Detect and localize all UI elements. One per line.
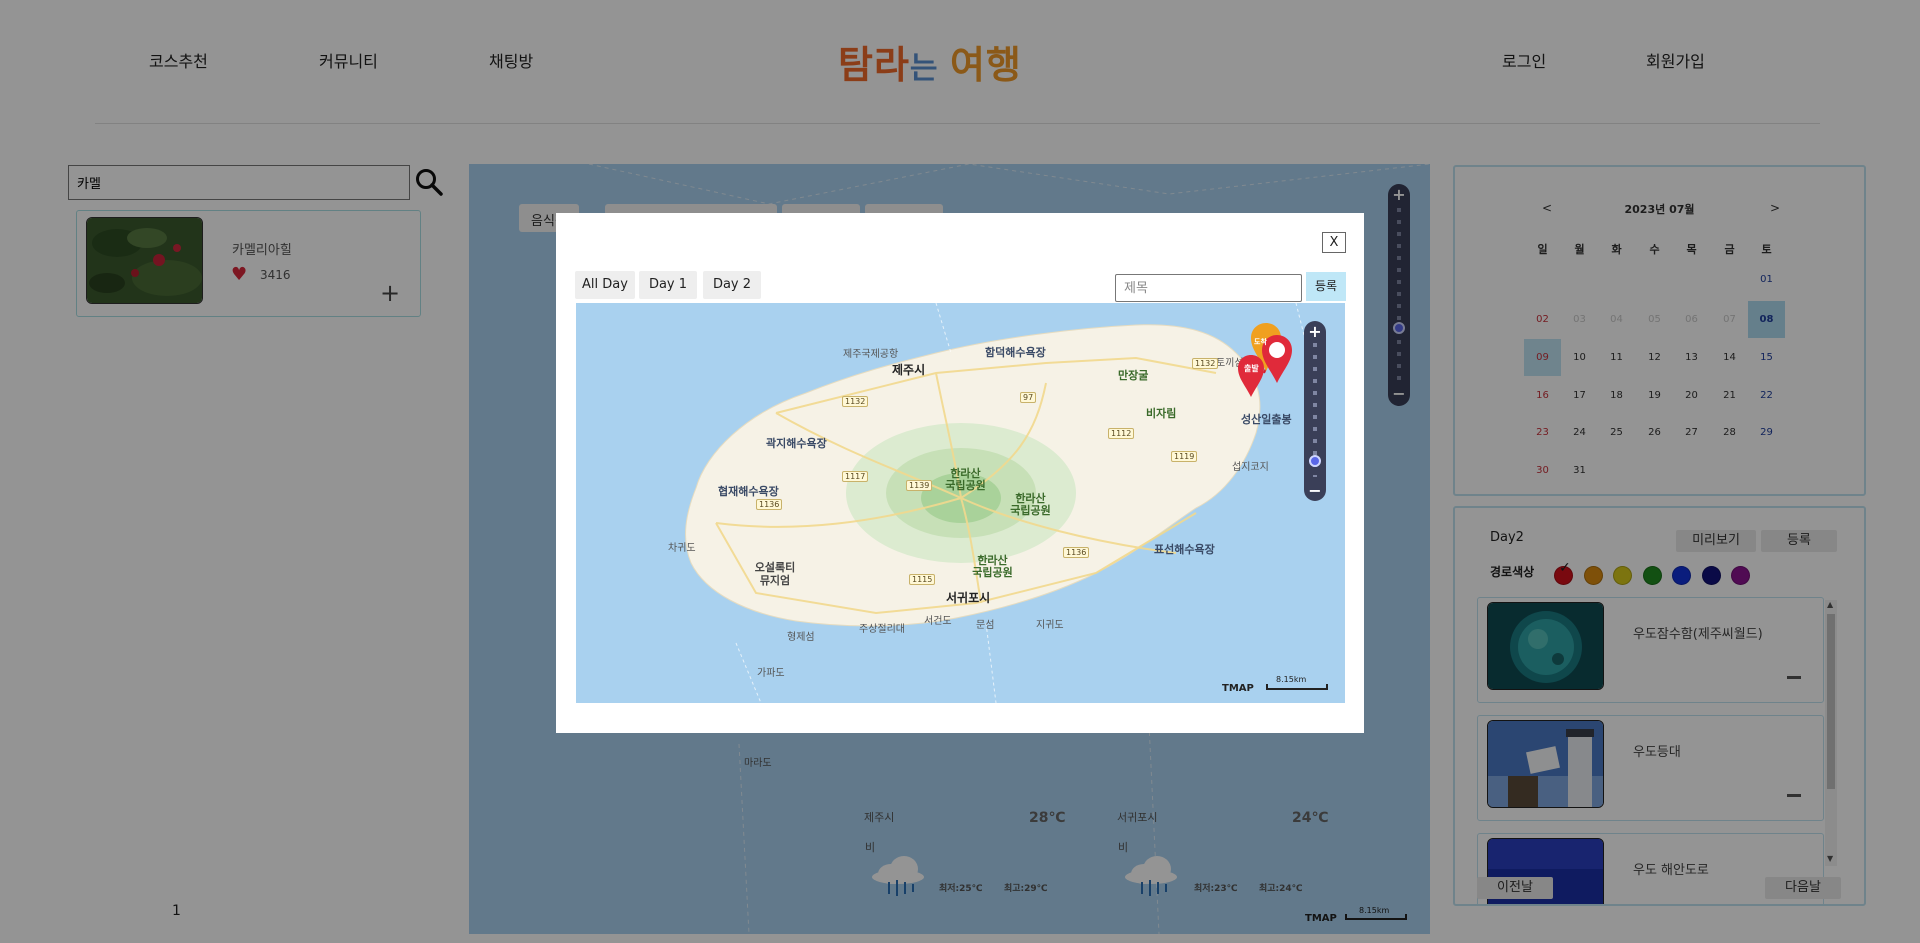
road-number: 1132	[842, 396, 869, 407]
map-label-chagwido: 차귀도	[668, 543, 696, 554]
destination-marker: 도착	[1252, 329, 1276, 347]
map-scale-label: 8.15km	[1276, 675, 1307, 684]
route-map[interactable]: 제주국제공항 제주시 함덕해수욕장 만장굴 비자림 토끼섬 성산일출봉 섭지코지…	[576, 303, 1345, 703]
route-preview-modal: X All Day Day 1 Day 2 등록	[556, 213, 1364, 733]
map-label-jeju-city: 제주시	[892, 363, 926, 377]
map-label-hamdeok: 함덕해수욕장	[985, 346, 1046, 359]
map-label-hyeongjeseom: 형제섬	[787, 632, 815, 643]
road-number: 1136	[756, 499, 783, 510]
road-number: 1136	[1063, 547, 1090, 558]
map-label-hallasan: 한라산 국립공원	[945, 467, 986, 492]
road-number: 1139	[906, 480, 933, 491]
zoom-handle[interactable]	[1309, 455, 1321, 467]
road-number: 1119	[1171, 451, 1198, 462]
modal-register-button[interactable]: 등록	[1306, 272, 1346, 301]
map-label-osulloc: 오설록티 뮤지엄	[754, 561, 796, 587]
road-number: 1112	[1108, 428, 1135, 439]
marker-label-destination: 도착	[1254, 338, 1267, 346]
map-label-manjanggul: 만장굴	[1118, 369, 1149, 382]
road-number: 1115	[909, 574, 936, 585]
route-title-input[interactable]	[1115, 274, 1302, 302]
modal-tab-day-2[interactable]: Day 2	[703, 271, 761, 299]
map-label-hallasan: 한라산 국립공원	[972, 554, 1013, 579]
map-label-gwakji: 곽지해수욕장	[766, 437, 827, 450]
map-scale-bar	[1266, 684, 1328, 690]
map-label-seogwipo: 서귀포시	[946, 591, 991, 605]
map-label-jusangjeolli: 주상절리대	[859, 624, 905, 635]
map-brand: TMAP	[1222, 683, 1254, 694]
modal-tab-all-day[interactable]: All Day	[575, 271, 635, 299]
map-label-seopjikoji: 섭지코지	[1232, 462, 1269, 473]
map-label-pyoseon: 표선해수욕장	[1154, 543, 1215, 556]
modal-close-button[interactable]: X	[1322, 232, 1346, 253]
map-label-hallasan: 한라산 국립공원	[1010, 492, 1051, 517]
road-number: 1132	[1192, 358, 1219, 369]
map-label-airport: 제주국제공항	[843, 349, 899, 360]
map-label-seongsan: 성산일출봉	[1241, 413, 1292, 426]
road-number: 97	[1020, 392, 1037, 403]
map-label-bijarim: 비자림	[1146, 407, 1177, 420]
start-marker-icon[interactable]	[1236, 353, 1266, 399]
zoom-out-icon[interactable]: −	[1304, 483, 1326, 499]
map-label-seogeondo: 서건도	[924, 616, 952, 627]
route-map-zoom-control[interactable]: + −	[1304, 321, 1326, 501]
road-number: 1117	[842, 471, 869, 482]
map-label-hyeopjae: 협재해수욕장	[718, 485, 779, 498]
marker-label-start: 출발	[1244, 364, 1259, 373]
map-label-jigwido: 지귀도	[1036, 620, 1064, 631]
modal-tab-day-1[interactable]: Day 1	[639, 271, 697, 299]
map-label-gapado: 가파도	[757, 668, 785, 679]
map-label-munseom: 문섬	[976, 620, 995, 631]
zoom-in-icon[interactable]: +	[1304, 324, 1326, 340]
